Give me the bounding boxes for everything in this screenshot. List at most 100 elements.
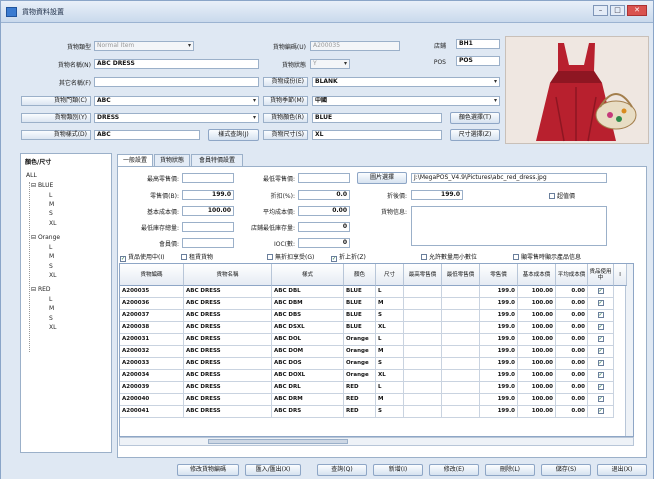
row-checkbox[interactable]: ✓ <box>597 335 604 342</box>
style-field[interactable]: ABC <box>94 130 200 140</box>
exit-button[interactable]: 退出(X) <box>597 464 647 476</box>
style-lookup-button[interactable]: 樣式查詢(J) <box>208 129 259 141</box>
row-checkbox[interactable]: ✓ <box>597 395 604 402</box>
row-checkbox[interactable]: ✓ <box>597 359 604 366</box>
column-header[interactable]: 最低零售價 <box>442 264 480 286</box>
member-field[interactable] <box>182 238 234 248</box>
store-field[interactable]: BH1 <box>456 39 500 49</box>
tree-node-orange-m[interactable]: M <box>49 253 54 260</box>
basecost-field[interactable]: 100.00 <box>182 206 234 216</box>
minstock-field[interactable] <box>182 222 234 232</box>
column-header[interactable]: 平均成本價 <box>556 264 588 286</box>
cost-label[interactable]: 貨物成份(E) <box>263 77 308 87</box>
column-header[interactable]: 貨物編碼 <box>120 264 184 286</box>
tree-node-red-m[interactable]: M <box>49 305 54 312</box>
column-header[interactable]: I <box>614 264 627 286</box>
cost-select[interactable]: BLANK <box>312 77 500 87</box>
sub-select[interactable]: DRESS <box>94 113 259 123</box>
column-header[interactable]: 貨品使用中 <box>588 264 614 286</box>
avgcost-field[interactable]: 0.00 <box>298 206 350 216</box>
maximize-icon[interactable]: □ <box>610 5 625 16</box>
retail-field[interactable]: 199.0 <box>182 190 234 200</box>
row-checkbox[interactable]: ✓ <box>597 287 604 294</box>
cat-select[interactable]: ABC <box>94 96 259 106</box>
column-header[interactable]: 基本成本價 <box>518 264 556 286</box>
tree-node-blue-l[interactable]: L <box>49 192 52 199</box>
discount-field[interactable]: 0.0 <box>298 190 350 200</box>
column-header[interactable]: 顏色 <box>344 264 376 286</box>
type-select[interactable]: Normal Item <box>94 41 194 51</box>
size-label[interactable]: 貨物尺寸(S) <box>263 130 308 140</box>
row-checkbox[interactable]: ✓ <box>597 311 604 318</box>
table-cell[interactable]: ✓ <box>588 370 614 382</box>
sub-label[interactable]: 貨物類別(Y) <box>21 113 91 123</box>
column-header[interactable]: 貨物名稱 <box>184 264 272 286</box>
search-button[interactable]: 查詢(Q) <box>317 464 367 476</box>
delete-button[interactable]: 刪除(L) <box>485 464 535 476</box>
tree-node-orange-s[interactable]: S <box>49 263 53 270</box>
tree-node-orange-xl[interactable]: XL <box>49 272 56 279</box>
row-checkbox[interactable]: ✓ <box>597 407 604 414</box>
discount-off-checkbox[interactable]: 無折扣享受(G) <box>267 252 314 261</box>
tree-node-blue-s[interactable]: S <box>49 210 53 217</box>
allow-neg-checkbox[interactable]: 允許數量用小數位 <box>421 252 477 261</box>
image-path-field[interactable]: J:\MegaPOS_V4.9\Pictures\abc_red_dress.j… <box>411 173 607 183</box>
recommend-checkbox[interactable]: 超值價 <box>549 191 575 200</box>
tax-checkbox[interactable]: ✓ 折上折(Z) <box>331 252 366 262</box>
tree-node-red-xl[interactable]: XL <box>49 324 56 331</box>
color-select-button[interactable]: 顏色選擇(T) <box>450 112 500 124</box>
add-button[interactable]: 新增(I) <box>373 464 423 476</box>
sale-field[interactable]: 199.0 <box>411 190 463 200</box>
table-cell[interactable]: ✓ <box>588 286 614 298</box>
column-header[interactable]: 零售價 <box>480 264 518 286</box>
minimize-icon[interactable]: – <box>593 5 608 16</box>
table-cell[interactable]: ✓ <box>588 298 614 310</box>
info-textarea[interactable] <box>411 206 607 246</box>
save-button[interactable]: 儲存(S) <box>541 464 591 476</box>
table-cell[interactable]: ✓ <box>588 406 614 418</box>
row-checkbox[interactable]: ✓ <box>597 323 604 330</box>
tree-node-blue-m[interactable]: M <box>49 201 54 208</box>
use-mid-checkbox[interactable]: ✓ 貨品使用中(I) <box>120 252 164 262</box>
othername-field[interactable] <box>94 77 259 87</box>
tree-node-orange[interactable]: ⊟ Orange <box>31 234 60 241</box>
table-cell[interactable]: ✓ <box>588 382 614 394</box>
size-field[interactable]: XL <box>312 130 442 140</box>
id-field[interactable]: A200035 <box>310 41 400 51</box>
row-checkbox[interactable]: ✓ <box>597 383 604 390</box>
row-checkbox[interactable]: ✓ <box>597 347 604 354</box>
name-field[interactable]: ABC DRESS <box>94 59 259 69</box>
table-cell[interactable]: ✓ <box>588 394 614 406</box>
tree-node-red-s[interactable]: S <box>49 315 53 322</box>
tree-node-all[interactable]: ALL <box>26 172 37 179</box>
column-header[interactable]: 樣式 <box>272 264 344 286</box>
cat-label[interactable]: 貨物門類(C) <box>21 96 91 106</box>
tree-node-red-l[interactable]: L <box>49 296 52 303</box>
style-label[interactable]: 貨物樣式(D) <box>21 130 91 140</box>
hscroll-thumb[interactable] <box>208 439 348 444</box>
row-checkbox[interactable]: ✓ <box>597 371 604 378</box>
table-cell[interactable]: ✓ <box>588 310 614 322</box>
tree-node-blue[interactable]: ⊟ BLUE <box>31 182 53 189</box>
image-select-button[interactable]: 圖片選擇 <box>357 172 407 184</box>
close-icon[interactable]: ✕ <box>627 5 647 16</box>
modify-code-button[interactable]: 修改貨物編碼 <box>177 464 239 476</box>
tree-node-red[interactable]: ⊟ RED <box>31 286 51 293</box>
season-select[interactable]: 中國 <box>312 96 500 106</box>
edit-button[interactable]: 修改(E) <box>429 464 479 476</box>
table-cell[interactable]: ✓ <box>588 322 614 334</box>
table-hscroll[interactable] <box>119 437 634 446</box>
shop-field[interactable]: POS <box>456 56 500 66</box>
size-select-button[interactable]: 尺寸選擇(Z) <box>450 129 500 141</box>
column-header[interactable]: 最高零售價 <box>404 264 442 286</box>
minretail-field[interactable] <box>298 173 350 183</box>
season-label[interactable]: 貨物季節(M) <box>263 96 308 106</box>
color-field[interactable]: BLUE <box>312 113 442 123</box>
ioc-field[interactable]: 0 <box>298 238 350 248</box>
wholesale-field[interactable] <box>182 173 234 183</box>
tree-node-blue-xl[interactable]: XL <box>49 220 56 227</box>
table-cell[interactable]: ✓ <box>588 334 614 346</box>
tab-status[interactable]: 貨物狀態 <box>154 154 190 166</box>
table-cell[interactable]: ✓ <box>588 358 614 370</box>
import-export-button[interactable]: 匯入/匯出(X) <box>245 464 301 476</box>
